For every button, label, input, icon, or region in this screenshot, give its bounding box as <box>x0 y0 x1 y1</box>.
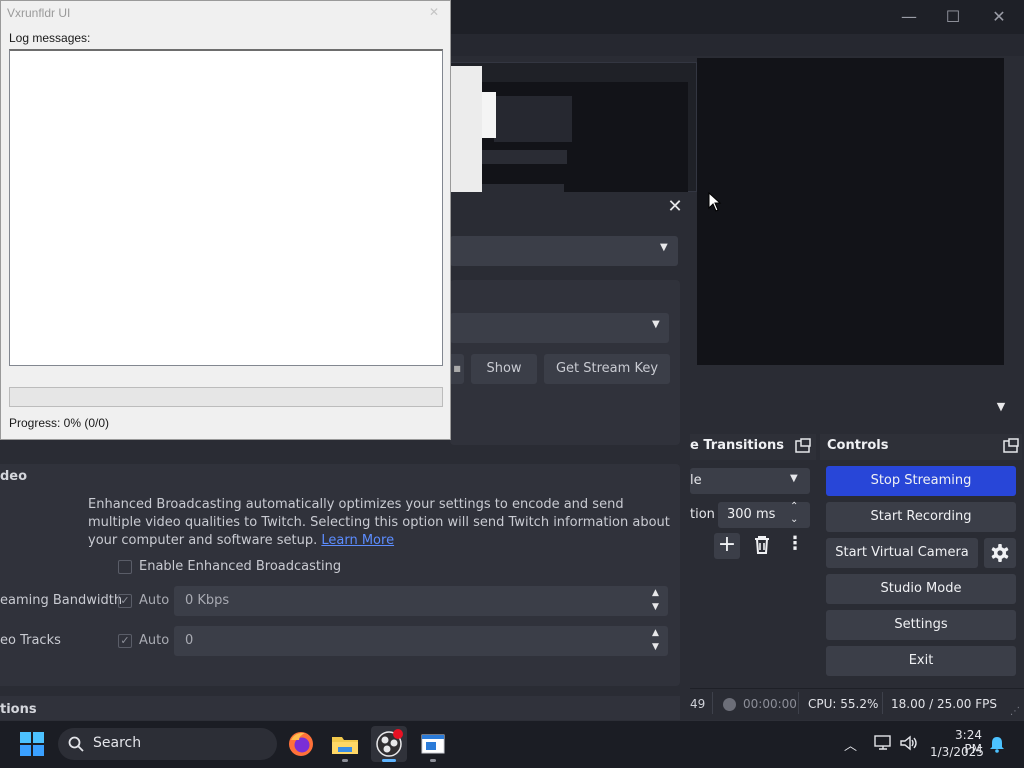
chevron-down-icon[interactable]: ▼ <box>790 473 798 484</box>
trash-icon[interactable] <box>750 533 774 557</box>
duration-value: 300 ms <box>727 507 776 522</box>
maximize-button[interactable]: ☐ <box>942 6 964 28</box>
vxrunfldr-title: Vxrunfldr UI <box>7 6 71 20</box>
log-messages-box[interactable] <box>9 49 443 366</box>
server-select[interactable] <box>450 313 669 343</box>
running-indicator <box>430 759 436 762</box>
notification-bell-icon[interactable] <box>988 735 1006 753</box>
undock-icon[interactable] <box>795 438 811 454</box>
more-options-icon[interactable]: ⋮ <box>784 533 806 557</box>
spin-down-icon[interactable]: ▼ <box>652 642 659 652</box>
preview-nested-panel <box>494 96 572 142</box>
chevron-down-icon[interactable]: ▼ <box>992 398 1010 416</box>
add-transition-button[interactable]: + <box>714 533 740 559</box>
close-icon[interactable]: ✕ <box>664 196 686 218</box>
close-button[interactable]: ✕ <box>988 6 1010 28</box>
transitions-title: e Transitions <box>690 438 785 453</box>
virtual-camera-settings-button[interactable] <box>984 538 1016 568</box>
network-icon[interactable] <box>873 734 893 752</box>
search-icon <box>68 736 84 752</box>
stream-key-input[interactable]: ■ <box>450 354 464 384</box>
preview-nested-window <box>450 66 482 192</box>
file-explorer-icon[interactable] <box>329 728 361 760</box>
spin-down-icon[interactable]: ▼ <box>652 602 659 612</box>
stop-streaming-button[interactable]: Stop Streaming <box>826 466 1016 496</box>
volume-icon[interactable] <box>899 734 919 752</box>
preview-nested-bar <box>482 184 564 192</box>
status-dropped-frames: 49 <box>690 697 706 711</box>
bandwidth-value: 0 Kbps <box>185 593 230 608</box>
options-heading: tions <box>0 702 37 717</box>
status-separator <box>798 692 799 714</box>
clock-date[interactable]: 1/3/2025 <box>930 745 984 759</box>
windows-start-icon[interactable] <box>19 731 45 757</box>
bandwidth-auto-label: Auto <box>139 593 170 608</box>
duration-label: tion <box>690 507 715 522</box>
vxrunfldr-window: Vxrunfldr UI ✕ Log messages: Progress: 0… <box>0 0 451 440</box>
progress-text: Progress: 0% (0/0) <box>9 416 110 430</box>
enhanced-broadcasting-description: Enhanced Broadcasting automatically opti… <box>88 496 673 550</box>
tracks-value: 0 <box>185 633 194 648</box>
mouse-cursor-icon <box>708 192 722 212</box>
transition-select-value: le <box>690 473 702 488</box>
obs-icon <box>376 729 403 757</box>
active-indicator <box>382 759 396 762</box>
bandwidth-auto-checkbox[interactable]: ✓ <box>118 594 132 608</box>
service-select[interactable] <box>450 236 678 266</box>
tracks-auto-checkbox[interactable]: ✓ <box>118 634 132 648</box>
options-section <box>0 696 680 720</box>
scene-source-dropdown[interactable] <box>690 392 1014 422</box>
close-icon[interactable]: ✕ <box>429 5 439 19</box>
get-stream-key-button[interactable]: Get Stream Key <box>544 354 670 384</box>
minimize-button[interactable]: — <box>898 6 920 28</box>
status-separator <box>712 692 713 714</box>
preview-nested-white <box>482 92 496 138</box>
undock-icon[interactable] <box>1003 438 1019 454</box>
recording-time: 00:00:00 <box>743 697 797 711</box>
enable-enhanced-checkbox[interactable] <box>118 560 132 574</box>
taskbar-search-box[interactable] <box>58 728 277 760</box>
bandwidth-input[interactable] <box>174 586 668 616</box>
exit-button[interactable]: Exit <box>826 646 1016 676</box>
studio-mode-button[interactable]: Studio Mode <box>826 574 1016 604</box>
recording-status-icon <box>723 698 736 711</box>
show-key-button[interactable]: Show <box>471 354 537 384</box>
gear-icon <box>991 544 1009 562</box>
spin-down-icon[interactable]: ⌄ <box>790 514 798 525</box>
obs-menubar <box>450 34 1024 56</box>
cpu-usage: CPU: 55.2% <box>808 697 879 711</box>
fps-readout: 18.00 / 25.00 FPS <box>891 697 997 711</box>
search-label: Search <box>93 735 142 751</box>
show-hidden-icons-icon[interactable]: ︿ <box>844 735 860 754</box>
chevron-down-icon[interactable]: ▼ <box>660 242 668 253</box>
vxrunfldr-icon[interactable] <box>417 728 449 760</box>
spin-up-icon[interactable]: ⌃ <box>790 501 798 512</box>
firefox-icon[interactable] <box>285 728 317 760</box>
preview-nested-bar <box>482 150 567 164</box>
spin-up-icon[interactable]: ▲ <box>652 628 659 638</box>
log-messages-label: Log messages: <box>9 31 91 45</box>
video-tracks-label: eo Tracks <box>0 633 61 648</box>
resize-grip-icon[interactable]: ⋰ <box>1010 706 1022 718</box>
running-indicator <box>342 759 348 762</box>
chevron-down-icon[interactable]: ▼ <box>652 319 660 330</box>
bandwidth-label: eaming Bandwidth <box>0 593 123 608</box>
controls-title: Controls <box>827 438 889 453</box>
settings-button[interactable]: Settings <box>826 610 1016 640</box>
enable-enhanced-label[interactable]: Enable Enhanced Broadcasting <box>139 559 341 574</box>
video-heading: deo <box>0 469 28 484</box>
progress-bar <box>9 387 443 407</box>
spin-up-icon[interactable]: ▲ <box>652 588 659 598</box>
tracks-auto-label: Auto <box>139 633 170 648</box>
learn-more-link[interactable]: Learn More <box>321 533 394 548</box>
tracks-input[interactable] <box>174 626 668 656</box>
obs-taskbar-button[interactable] <box>371 726 407 762</box>
preview-canvas[interactable] <box>697 58 1004 365</box>
start-recording-button[interactable]: Start Recording <box>826 502 1016 532</box>
start-virtual-camera-button[interactable]: Start Virtual Camera <box>826 538 978 568</box>
status-separator <box>882 692 883 714</box>
